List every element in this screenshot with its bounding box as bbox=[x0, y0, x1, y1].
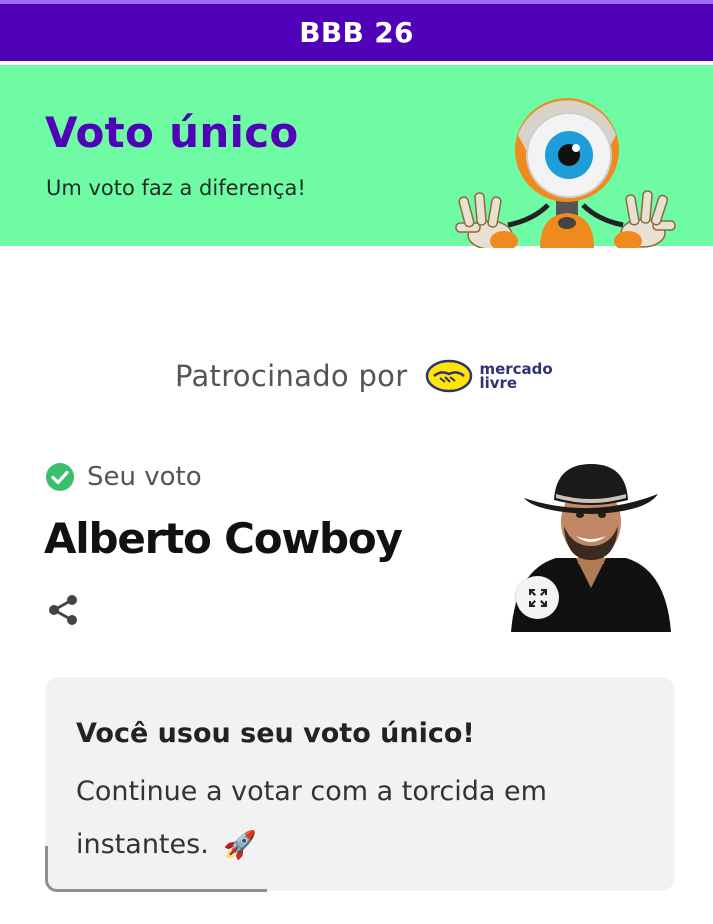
logo-text-line2: livre bbox=[479, 374, 518, 392]
share-icon[interactable] bbox=[46, 593, 80, 627]
candidate-name: Alberto Cowboy bbox=[44, 514, 403, 563]
hero-banner: Voto único Um voto faz a diferença! bbox=[0, 63, 713, 248]
page: BBB 26 Voto único Um voto faz a diferenç… bbox=[0, 0, 713, 924]
expand-photo-button[interactable] bbox=[516, 576, 559, 619]
card-edge-decoration bbox=[45, 846, 267, 892]
top-bar: BBB 26 bbox=[0, 0, 713, 61]
sponsor-row: Patrocinado por mercado livre bbox=[175, 352, 553, 400]
vote-label: Seu voto bbox=[87, 462, 202, 492]
hero-title: Voto único bbox=[45, 108, 299, 157]
handshake-icon bbox=[426, 359, 473, 393]
big-brother-eye-mascot-icon bbox=[455, 98, 676, 248]
info-title: Você usou seu voto único! bbox=[76, 718, 475, 749]
hero-subtitle: Um voto faz a diferença! bbox=[46, 176, 306, 200]
expand-icon bbox=[528, 588, 547, 607]
vote-status-row: Seu voto bbox=[45, 462, 202, 492]
mercado-livre-logo: mercado livre bbox=[425, 359, 553, 393]
page-title: BBB 26 bbox=[299, 16, 414, 49]
check-circle-icon bbox=[46, 463, 74, 491]
sponsor-label: Patrocinado por bbox=[175, 359, 408, 393]
